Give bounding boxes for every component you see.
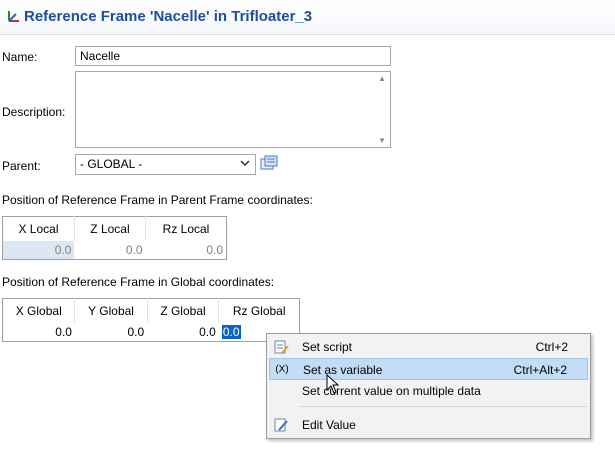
rz-global-selected-value[interactable]: 0.0 [221,325,241,339]
global-position-table: X Global Y Global Z Global Rz Global 0.0… [2,298,300,342]
table-row: 0.0 0.0 0.0 0.0 [3,323,300,342]
name-value: Nacelle [80,49,121,63]
editor-header: Reference Frame 'Nacelle' in Trifloater_… [0,0,615,35]
menu-item-label: Set script [302,340,353,354]
name-label: Name: [2,50,38,64]
scroll-down-icon[interactable]: ▼ [378,136,386,145]
menu-item-set-as-variable[interactable]: (X) Set as variable Ctrl+Alt+2 [269,358,588,380]
column-header-x-local: X Local [2,216,75,241]
reference-frame-icon [8,11,19,22]
y-global-cell[interactable]: 0.0 [75,323,147,342]
x-global-cell[interactable]: 0.0 [3,323,75,342]
name-input[interactable]: Nacelle [75,46,391,66]
scroll-up-icon[interactable]: ▲ [378,74,386,83]
column-header-y-global: Y Global [74,298,148,323]
menu-item-label: Edit Value [302,418,356,432]
chevron-down-icon [240,160,250,167]
script-icon [274,340,289,354]
menu-item-edit-value[interactable]: Edit Value [269,414,588,436]
menu-item-set-current-value-multiple[interactable]: Set current value on multiple data [269,380,588,402]
rz-local-cell[interactable]: 0.0 [146,241,227,260]
column-header-z-global: Z Global [147,298,220,323]
z-local-cell[interactable]: 0.0 [74,241,145,260]
menu-item-shortcut: Ctrl+2 [535,340,568,354]
variable-icon: (X) [275,364,289,375]
browse-frames-icon[interactable] [260,155,278,173]
menu-item-set-script[interactable]: Set script Ctrl+2 [269,336,588,358]
column-header-rz-global: Rz Global [218,298,300,323]
menu-item-label: Set as variable [303,363,383,377]
global-section-title: Position of Reference Frame in Global co… [2,275,275,289]
local-section-title: Position of Reference Frame in Parent Fr… [2,193,313,207]
parent-value: - GLOBAL - [80,157,143,171]
parent-select[interactable]: - GLOBAL - [75,154,256,175]
menu-item-shortcut: Ctrl+Alt+2 [513,363,567,377]
mouse-cursor-icon [326,374,340,394]
column-header-rz-local: Rz Local [145,216,227,241]
menu-separator [299,406,587,407]
table-row: 0.0 0.0 0.0 [2,241,227,260]
parent-label: Parent: [2,159,41,173]
description-textarea[interactable]: ▲ ▼ [75,71,391,148]
column-header-z-local: Z Local [74,216,147,241]
edit-icon [274,418,288,432]
z-global-cell[interactable]: 0.0 [147,323,219,342]
description-label: Description: [2,105,66,119]
column-header-x-global: X Global [2,298,76,323]
context-menu: Set script Ctrl+2 (X) Set as variable Ct… [266,333,591,439]
x-local-cell[interactable]: 0.0 [2,241,75,260]
local-position-table: X Local Z Local Rz Local 0.0 0.0 0.0 [2,216,227,260]
page-title: Reference Frame 'Nacelle' in Trifloater_… [24,8,313,25]
